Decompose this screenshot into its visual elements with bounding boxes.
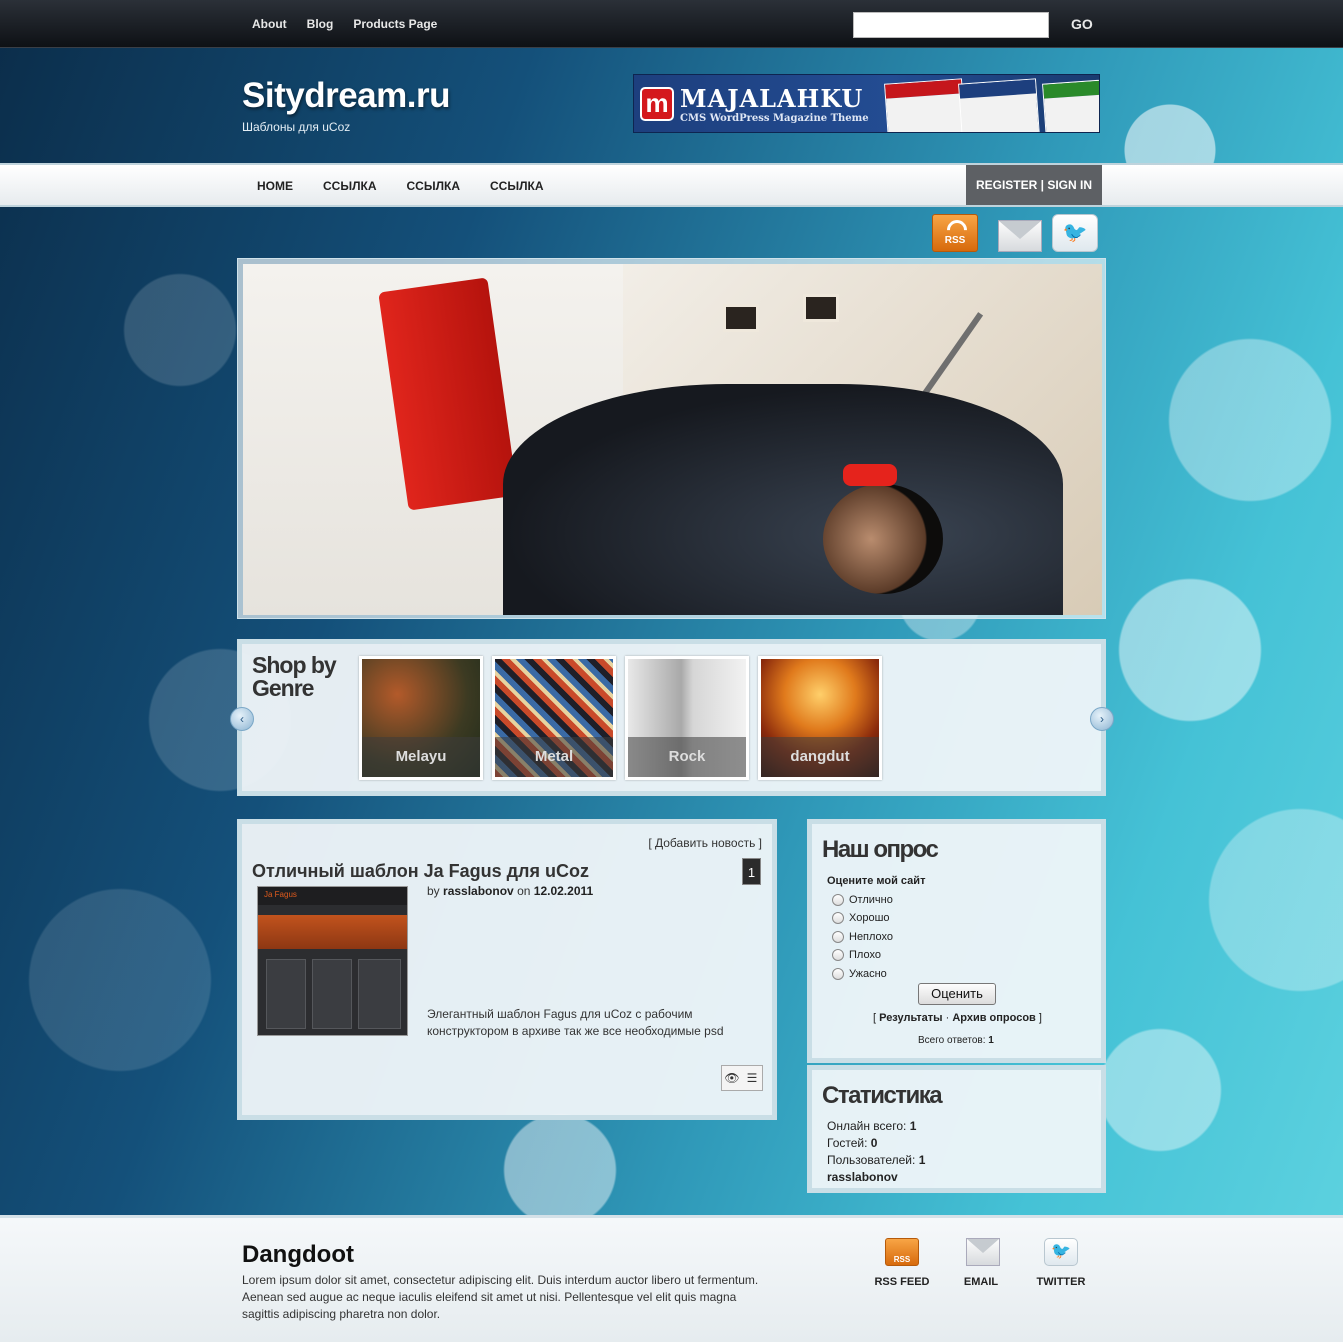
poll-title: Наш опрос <box>822 836 939 863</box>
poll-option[interactable]: Плохо <box>832 949 881 961</box>
radio-icon[interactable] <box>832 894 844 906</box>
banner-tagline: CMS WordPress Magazine Theme <box>680 113 869 124</box>
stat-users: Пользователей: 1 <box>827 1153 926 1167</box>
genre-prev-arrow[interactable]: ‹ <box>230 707 254 731</box>
rss-icon[interactable]: RSS <box>932 214 978 252</box>
site-subtitle: Шаблоны для uCoz <box>242 120 351 134</box>
genre-label: Melayu <box>362 737 480 777</box>
top-nav-blog[interactable]: Blog <box>307 17 334 31</box>
banner-screenshot <box>1042 78 1099 132</box>
genre-item-rock[interactable]: Rock <box>625 656 749 780</box>
footer-twitter-label[interactable]: TWITTER <box>1026 1276 1096 1288</box>
main-nav-link-1[interactable]: ССЫЛКА <box>323 179 377 193</box>
stats-title: Статистика <box>822 1082 943 1109</box>
main-nav: HOME ССЫЛКА ССЫЛКА ССЫЛКА REGISTER | SIG… <box>0 163 1343 207</box>
footer-rss-icon[interactable]: RSS <box>885 1238 919 1266</box>
banner-screenshot <box>884 78 966 132</box>
poll-results-link[interactable]: Результаты <box>879 1012 942 1024</box>
poll-option[interactable]: Хорошо <box>832 912 890 924</box>
genre-label: Metal <box>495 737 613 777</box>
view-icon[interactable]: 👁 <box>722 1066 742 1090</box>
search-go-button[interactable]: GO <box>1071 16 1093 32</box>
genre-next-arrow[interactable]: › <box>1090 707 1114 731</box>
footer-email-label[interactable]: EMAIL <box>946 1276 1016 1288</box>
news-title[interactable]: Отличный шаблон Ja Fagus для uCoz <box>252 861 589 882</box>
genre-title: Shop by Genre <box>252 652 337 701</box>
slider-photo <box>243 264 1102 615</box>
email-icon[interactable] <box>998 220 1042 252</box>
poll-option[interactable]: Ужасно <box>832 968 887 980</box>
shop-by-genre: Shop by Genre Melayu Metal Rock dangdut <box>237 639 1106 796</box>
banner-screenshot <box>958 78 1040 132</box>
stats-box: Статистика Онлайн всего: 1 Гостей: 0 Пол… <box>807 1065 1106 1193</box>
main-nav-link-2[interactable]: ССЫЛКА <box>407 179 461 193</box>
thumb-label: Ja Fagus <box>258 887 407 905</box>
top-nav-products[interactable]: Products Page <box>353 17 437 31</box>
genre-label: Rock <box>628 737 746 777</box>
poll-archive-link[interactable]: Архив опросов <box>952 1012 1035 1024</box>
radio-icon[interactable] <box>832 968 844 980</box>
radio-icon[interactable] <box>832 949 844 961</box>
news-date: 12.02.2011 <box>533 884 594 898</box>
comment-count-badge[interactable]: 1 <box>742 858 761 885</box>
main-nav-links: HOME ССЫЛКА ССЫЛКА ССЫЛКА <box>257 179 544 193</box>
footer: Dangdoot Lorem ipsum dolor sit amet, con… <box>0 1215 1343 1342</box>
poll-total: Всего ответов: 1 <box>918 1035 994 1046</box>
top-bar: About Blog Products Page GO <box>0 0 1343 48</box>
genre-item-melayu[interactable]: Melayu <box>359 656 483 780</box>
genre-label: dangdut <box>761 737 879 777</box>
stat-guests: Гостей: 0 <box>827 1136 878 1150</box>
poll-option[interactable]: Неплохо <box>832 931 893 943</box>
details-icon[interactable]: ☰ <box>742 1066 762 1090</box>
news-excerpt: Элегантный шаблон Fagus для uCoz с рабоч… <box>427 1007 724 1038</box>
search-input[interactable] <box>853 12 1049 38</box>
footer-rss-label[interactable]: RSS FEED <box>867 1276 937 1288</box>
register-signin-button[interactable]: REGISTER | SIGN IN <box>966 165 1102 205</box>
poll-box: Наш опрос Оцените мой сайт Отлично Хорош… <box>807 819 1106 1063</box>
footer-text: Lorem ipsum dolor sit amet, consectetur … <box>242 1273 759 1321</box>
poll-question: Оцените мой сайт <box>827 875 926 887</box>
top-nav-about[interactable]: About <box>252 17 287 31</box>
poll-links: [ Результаты · Архив опросов ] <box>873 1012 1042 1024</box>
news-byline: by rasslabonov on 12.02.2011 <box>427 884 594 898</box>
twitter-icon[interactable]: 🐦 <box>1052 214 1098 252</box>
banner-logo: m <box>640 87 674 121</box>
radio-icon[interactable] <box>832 912 844 924</box>
stat-user-name[interactable]: rasslabonov <box>827 1170 898 1184</box>
main-nav-home[interactable]: HOME <box>257 179 293 193</box>
site-title[interactable]: Sitydream.ru <box>242 76 450 116</box>
news-thumbnail[interactable]: Ja Fagus <box>257 886 408 1036</box>
news-actions: 👁 ☰ <box>721 1065 763 1091</box>
radio-icon[interactable] <box>832 931 844 943</box>
footer-twitter-icon[interactable]: 🐦 <box>1044 1238 1078 1266</box>
ad-banner[interactable]: m MAJALAHKU CMS WordPress Magazine Theme <box>633 74 1100 133</box>
genre-item-dangdut[interactable]: dangdut <box>758 656 882 780</box>
genre-item-metal[interactable]: Metal <box>492 656 616 780</box>
news-author[interactable]: rasslabonov <box>443 884 514 898</box>
stat-online: Онлайн всего: 1 <box>827 1119 917 1133</box>
featured-slider[interactable] <box>237 258 1106 619</box>
poll-option[interactable]: Отлично <box>832 894 893 906</box>
news-entry: [ Добавить новость ] Отличный шаблон Ja … <box>237 819 777 1120</box>
vote-button[interactable]: Оценить <box>918 983 996 1005</box>
banner-name: MAJALAHKU <box>680 84 864 113</box>
footer-title: Dangdoot <box>242 1241 354 1268</box>
top-nav: About Blog Products Page <box>252 17 437 31</box>
main-nav-link-3[interactable]: ССЫЛКА <box>490 179 544 193</box>
footer-email-icon[interactable] <box>966 1238 1000 1266</box>
add-news-link[interactable]: [ Добавить новость ] <box>648 836 762 850</box>
